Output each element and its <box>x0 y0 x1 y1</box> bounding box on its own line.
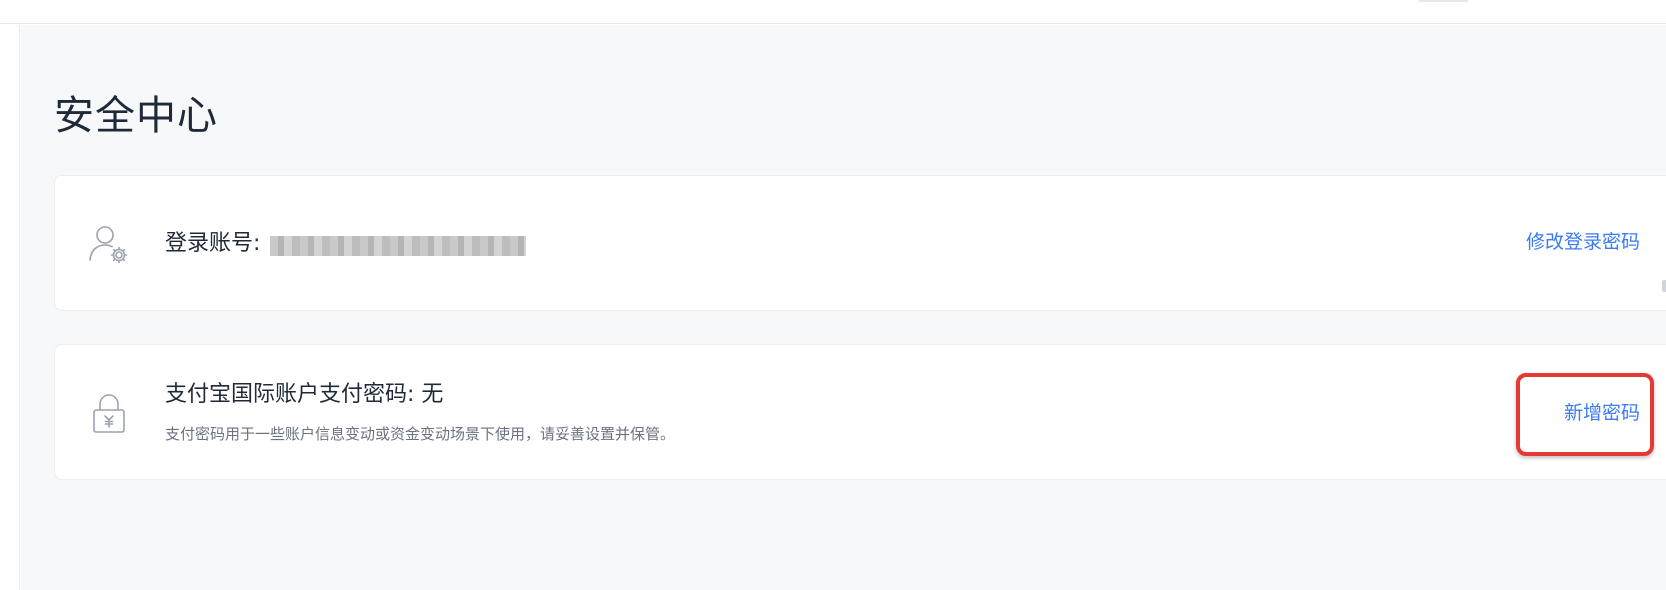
scroll-edge-handle <box>1662 280 1666 292</box>
login-account-info: 登录账号: <box>165 228 527 260</box>
login-account-label: 登录账号: <box>165 231 261 256</box>
payment-password-info: 支付宝国际账户支付密码: 无 支付密码用于一些账户信息变动或资金变动场景下使用，… <box>165 379 675 445</box>
sidebar <box>0 25 20 590</box>
lock-yen-icon <box>85 389 133 437</box>
payment-password-label: 支付宝国际账户支付密码: 无 <box>165 382 444 407</box>
payment-password-card: 支付宝国际账户支付密码: 无 支付密码用于一些账户信息变动或资金变动场景下使用，… <box>54 344 1666 480</box>
login-account-card: 登录账号: 修改登录密码 <box>54 175 1666 311</box>
login-account-value-masked <box>270 236 527 256</box>
change-login-password-link[interactable]: 修改登录密码 <box>1526 228 1640 256</box>
add-password-link[interactable]: 新增密码 <box>1564 399 1640 427</box>
top-bar <box>0 0 1666 24</box>
payment-password-description: 支付密码用于一些账户信息变动或资金变动场景下使用，请妥善设置并保管。 <box>165 425 676 443</box>
page-title: 安全中心 <box>54 93 218 139</box>
user-settings-icon <box>85 220 133 268</box>
topbar-avatar-stub <box>1418 0 1468 2</box>
